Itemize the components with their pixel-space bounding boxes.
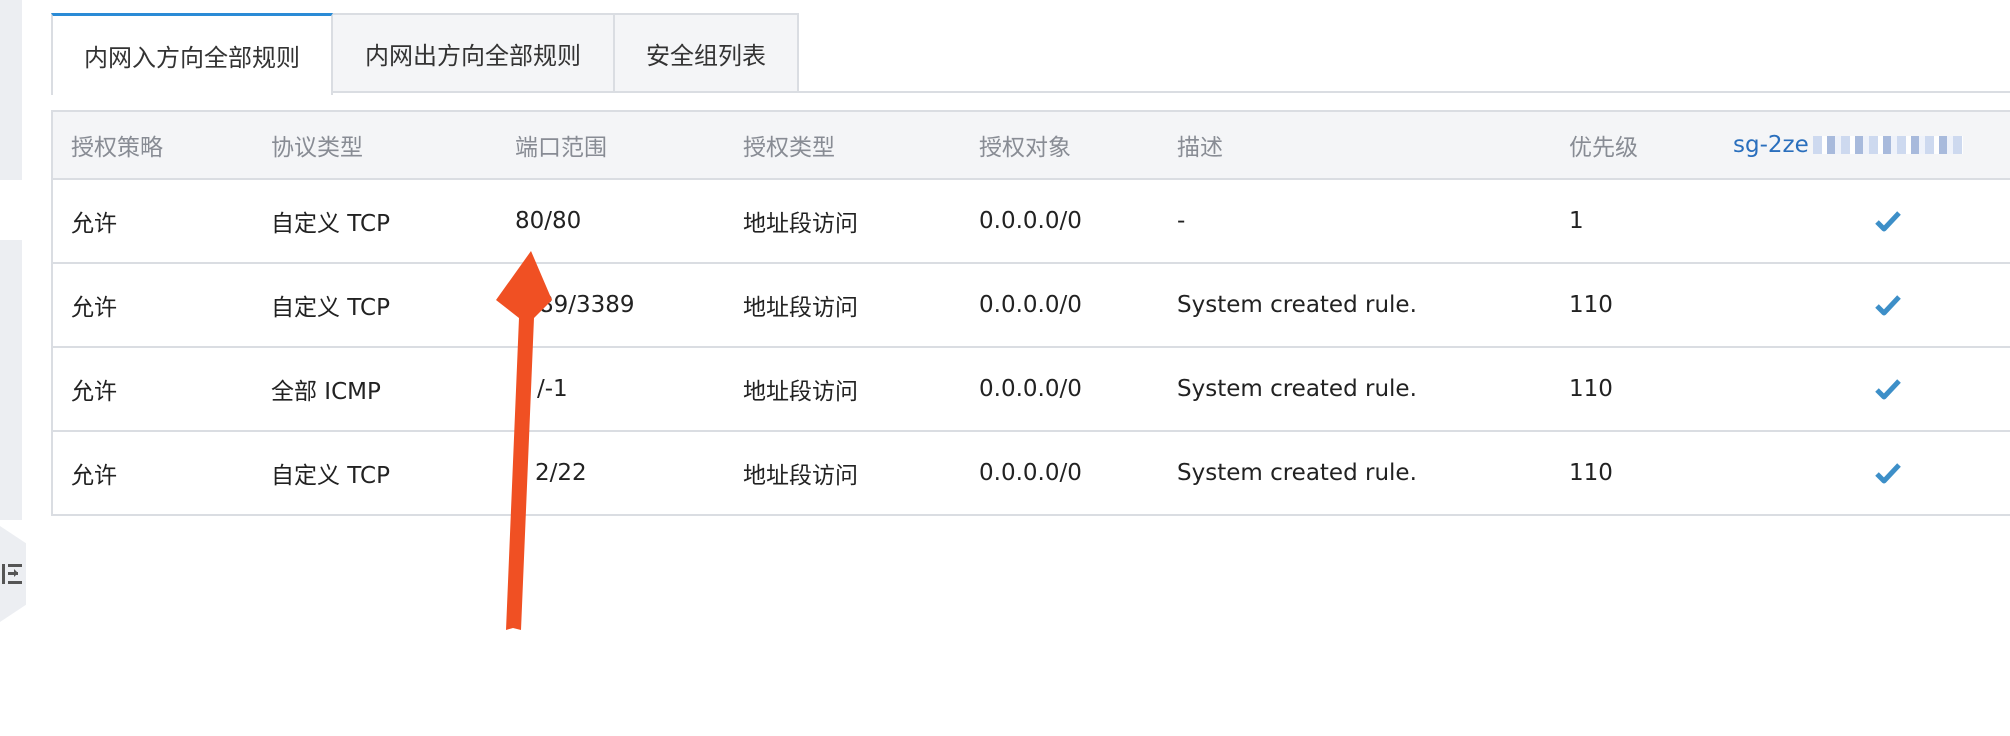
cell-port-range: 89/3389 — [539, 292, 635, 318]
redacted-id-blur — [1812, 136, 1963, 154]
check-icon — [1875, 348, 1901, 430]
cell-auth-type: 地址段访问 — [743, 295, 858, 321]
cell-priority: 110 — [1569, 292, 1613, 318]
security-group-id-link[interactable]: sg-2ze — [1733, 132, 1809, 158]
cell-description: - — [1177, 208, 1186, 234]
rules-table: 授权策略 协议类型 端口范围 授权类型 授权对象 描述 优先级 sg-2ze 允… — [51, 110, 2010, 516]
cell-port-range: 2/22 — [535, 460, 587, 486]
cell-description: System created rule. — [1177, 292, 1417, 318]
tabs-divider — [51, 91, 2010, 93]
header-auth-target[interactable]: 授权对象 — [979, 112, 1071, 178]
check-icon — [1875, 432, 1901, 514]
cell-priority: 110 — [1569, 460, 1613, 486]
cell-priority: 1 — [1569, 208, 1584, 234]
cell-policy: 允许 — [71, 295, 117, 321]
table-header: 授权策略 协议类型 端口范围 授权类型 授权对象 描述 优先级 sg-2ze — [53, 112, 2010, 180]
table-row: 允许 全部 ICMP /-1 地址段访问 0.0.0.0/0 System cr… — [53, 348, 2010, 432]
cell-protocol: 自定义 TCP — [271, 463, 390, 489]
check-icon — [1875, 264, 1901, 346]
header-policy[interactable]: 授权策略 — [71, 112, 163, 178]
header-security-group-id[interactable]: sg-2ze — [1733, 112, 1963, 178]
cell-auth-type: 地址段访问 — [743, 211, 858, 237]
cell-protocol: 自定义 TCP — [271, 295, 390, 321]
cell-protocol: 自定义 TCP — [271, 211, 390, 237]
table-row: 允许 自定义 TCP 89/3389 地址段访问 0.0.0.0/0 Syste… — [53, 264, 2010, 348]
cell-auth-target: 0.0.0.0/0 — [979, 460, 1082, 486]
rule-tabs: 内网入方向全部规则 内网出方向全部规则 安全组列表 — [51, 13, 799, 95]
cell-priority: 110 — [1569, 376, 1613, 402]
cell-policy: 允许 — [71, 211, 117, 237]
tab-security-group-list[interactable]: 安全组列表 — [613, 13, 799, 91]
cell-auth-type: 地址段访问 — [743, 379, 858, 405]
table-row: 允许 自定义 TCP 2/22 地址段访问 0.0.0.0/0 System c… — [53, 432, 2010, 516]
cell-auth-target: 0.0.0.0/0 — [979, 208, 1082, 234]
collapse-menu-icon[interactable] — [0, 558, 26, 590]
cell-description: System created rule. — [1177, 460, 1417, 486]
sidebar-edge-middle — [0, 240, 22, 520]
check-icon — [1875, 180, 1901, 262]
cell-auth-target: 0.0.0.0/0 — [979, 292, 1082, 318]
cell-port-range: /-1 — [537, 376, 568, 402]
cell-port-range: 80/80 — [515, 208, 582, 234]
tab-inbound-rules[interactable]: 内网入方向全部规则 — [51, 13, 333, 95]
cell-auth-target: 0.0.0.0/0 — [979, 376, 1082, 402]
header-description[interactable]: 描述 — [1177, 112, 1223, 178]
page: 内网入方向全部规则 内网出方向全部规则 安全组列表 授权策略 协议类型 端口范围… — [0, 0, 2010, 736]
header-protocol[interactable]: 协议类型 — [271, 112, 363, 178]
header-auth-type[interactable]: 授权类型 — [743, 112, 835, 178]
table-row: 允许 自定义 TCP 80/80 地址段访问 0.0.0.0/0 - 1 — [53, 180, 2010, 264]
cell-auth-type: 地址段访问 — [743, 463, 858, 489]
header-port-range[interactable]: 端口范围 — [515, 112, 607, 178]
sidebar-edge-top — [0, 0, 22, 180]
header-priority[interactable]: 优先级 — [1569, 112, 1638, 178]
cell-description: System created rule. — [1177, 376, 1417, 402]
cell-policy: 允许 — [71, 463, 117, 489]
tab-outbound-rules[interactable]: 内网出方向全部规则 — [331, 13, 615, 91]
cell-protocol: 全部 ICMP — [271, 379, 381, 405]
cell-policy: 允许 — [71, 379, 117, 405]
